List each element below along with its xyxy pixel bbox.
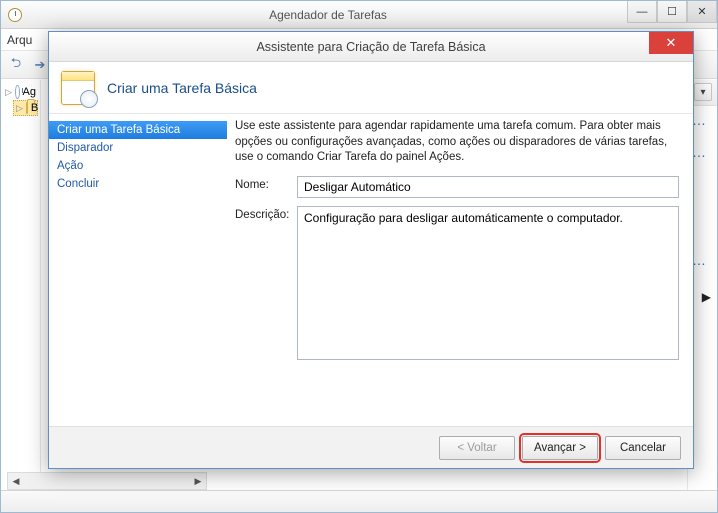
tree-child-label: B [31, 102, 38, 114]
wizard-steps: Criar uma Tarefa Básica Disparador Ação … [49, 115, 227, 426]
dialog-titlebar: Assistente para Criação de Tarefa Básica… [49, 32, 693, 62]
create-basic-task-wizard: Assistente para Criação de Tarefa Básica… [48, 31, 694, 469]
status-bar [1, 490, 717, 512]
dialog-header-title: Criar uma Tarefa Básica [107, 80, 257, 96]
tree-root-label: Ag [23, 86, 36, 98]
close-button[interactable]: ✕ [687, 1, 717, 23]
maximize-button[interactable]: ☐ [657, 1, 687, 23]
dialog-header: Criar uma Tarefa Básica [49, 62, 693, 114]
name-row: Nome: [235, 176, 679, 198]
nav-back-button[interactable]: ⮌ [5, 54, 27, 76]
navigation-tree[interactable]: ▷ Ag ▷ B [1, 80, 41, 490]
menu-file[interactable]: Arqu [7, 33, 32, 47]
intro-text: Use este assistente para agendar rapidam… [235, 119, 679, 166]
tree-expand-icon[interactable]: ▷ [16, 103, 23, 114]
wizard-icon [61, 71, 95, 105]
minimize-button[interactable]: — [627, 1, 657, 23]
description-label: Descrição: [235, 206, 297, 221]
tree-child-item[interactable]: ▷ B [13, 100, 38, 116]
folder-icon [26, 102, 28, 114]
dialog-footer: < Voltar Avançar > Cancelar [49, 426, 693, 468]
tree-root-item[interactable]: ▷ Ag [3, 84, 38, 100]
wizard-step-trigger[interactable]: Disparador [49, 139, 227, 157]
scroll-track[interactable] [24, 473, 190, 489]
dialog-close-button[interactable]: ✕ [649, 32, 693, 54]
wizard-step-action[interactable]: Ação [49, 157, 227, 175]
app-icon [1, 8, 29, 22]
wizard-step-basic-task[interactable]: Criar uma Tarefa Básica [49, 121, 227, 139]
collapse-pane-button[interactable]: ▾ [694, 83, 712, 101]
dialog-title: Assistente para Criação de Tarefa Básica [93, 40, 649, 54]
expand-arrow-icon[interactable]: ▶ [702, 290, 711, 304]
name-label: Nome: [235, 176, 297, 191]
cancel-button[interactable]: Cancelar [605, 436, 681, 460]
wizard-step-finish[interactable]: Concluir [49, 175, 227, 193]
scroll-left-button[interactable]: ◀ [8, 473, 24, 489]
task-name-input[interactable] [297, 176, 679, 198]
wizard-content: Use este assistente para agendar rapidam… [227, 115, 693, 426]
clock-icon [15, 85, 20, 99]
scroll-right-button[interactable]: ▶ [190, 473, 206, 489]
tree-expand-icon[interactable]: ▷ [5, 87, 12, 98]
task-description-input[interactable] [297, 206, 679, 360]
parent-window-title: Agendador de Tarefas [29, 8, 627, 22]
dialog-body: Criar uma Tarefa Básica Disparador Ação … [49, 115, 693, 426]
parent-window-controls: — ☐ ✕ [627, 1, 717, 28]
back-button: < Voltar [439, 436, 515, 460]
next-button[interactable]: Avançar > [522, 436, 598, 460]
horizontal-scrollbar[interactable]: ◀ ▶ [7, 472, 207, 490]
parent-titlebar: Agendador de Tarefas — ☐ ✕ [1, 1, 717, 29]
description-row: Descrição: [235, 206, 679, 360]
